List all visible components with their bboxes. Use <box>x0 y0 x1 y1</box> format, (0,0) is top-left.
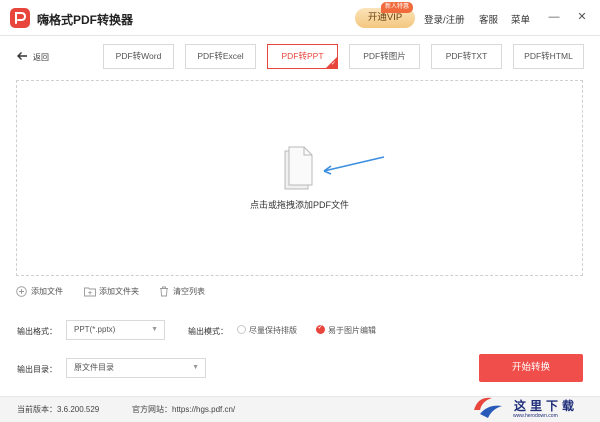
tab-pdf-to-word[interactable]: PDF转Word <box>103 44 174 69</box>
add-file-icon[interactable] <box>16 286 27 297</box>
website-link[interactable]: 官方网站：https://hgs.pdf.cn/ <box>132 404 235 415</box>
vip-promo-badge: 新人特惠 <box>381 2 414 13</box>
mode-keep-layout-label[interactable]: 尽量保持排版 <box>249 325 297 336</box>
version-text: 当前版本：3.6.200.529 <box>17 405 100 414</box>
back-arrow-icon[interactable] <box>16 50 28 62</box>
mode-radio-image-edit[interactable] <box>316 323 325 334</box>
minimize-icon[interactable]: — <box>548 11 560 23</box>
back-link[interactable]: 返回 <box>33 52 49 63</box>
output-mode-label: 输出模式： <box>188 327 228 336</box>
menu-link[interactable]: 菜单 <box>511 12 530 26</box>
output-dir-value: 原文件目录 <box>74 363 114 372</box>
vip-button-wrap[interactable]: 开通VIP 新人特惠 <box>355 2 415 28</box>
add-file-button[interactable]: 添加文件 <box>31 286 63 297</box>
clear-list-button[interactable]: 清空列表 <box>173 286 205 297</box>
check-icon: ✓ <box>330 61 336 67</box>
output-format-select[interactable]: PPT(*.pptx) ▼ <box>66 320 165 340</box>
chevron-down-icon: ▼ <box>192 364 199 371</box>
add-folder-icon[interactable] <box>84 286 96 297</box>
tab-pdf-to-html[interactable]: PDF转HTML <box>513 44 584 69</box>
login-link[interactable]: 登录/注册 <box>424 12 465 26</box>
drop-zone-label: 点击或拖拽添加PDF文件 <box>249 200 349 210</box>
tab-pdf-to-txt[interactable]: PDF转TXT <box>431 44 502 69</box>
mode-radio-keep-layout[interactable] <box>237 325 246 334</box>
start-convert-button[interactable]: 开始转换 <box>479 354 583 382</box>
pdf-document-icon <box>284 146 385 190</box>
close-icon[interactable]: ✕ <box>576 11 588 23</box>
tab-pdf-to-ppt-label: PDF转PPT <box>281 51 324 61</box>
service-link[interactable]: 客服 <box>479 12 498 26</box>
app-title: 嗨格式PDF转换器 <box>37 13 134 27</box>
title-bar: 嗨格式PDF转换器 开通VIP 新人特惠 登录/注册 客服 菜单 — ✕ <box>0 0 600 36</box>
watermark-logo <box>474 397 502 418</box>
app-logo-icon <box>10 8 30 28</box>
add-folder-button[interactable]: 添加文件夹 <box>99 286 139 297</box>
output-dir-label: 输出目录： <box>17 365 57 374</box>
output-format-label: 输出格式： <box>17 327 57 336</box>
output-format-value: PPT(*.pptx) <box>74 325 116 334</box>
tab-pdf-to-excel[interactable]: PDF转Excel <box>185 44 256 69</box>
watermark-url: www.herodown.com <box>513 413 558 419</box>
watermark-text: 这里下载 <box>514 399 579 413</box>
output-dir-select[interactable]: 原文件目录 ▼ <box>66 358 206 378</box>
mode-image-edit-label[interactable]: 易于图片编辑 <box>328 325 376 336</box>
chevron-down-icon: ▼ <box>151 326 158 333</box>
tab-pdf-to-ppt[interactable]: PDF转PPT ✓ <box>267 44 338 69</box>
tab-pdf-to-image[interactable]: PDF转图片 <box>349 44 420 69</box>
trash-icon[interactable] <box>159 286 169 297</box>
